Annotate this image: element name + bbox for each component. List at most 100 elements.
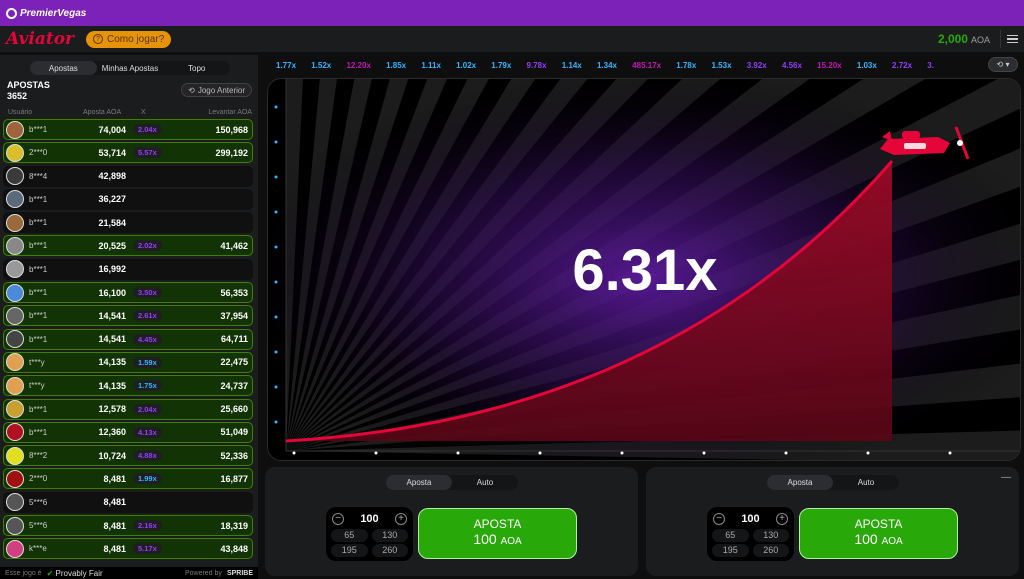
- quick-amount[interactable]: 130: [371, 529, 408, 542]
- payout-badge[interactable]: 1.78x: [672, 60, 700, 71]
- avatar: [6, 376, 24, 395]
- bets-list: b***1 74,004 2.04x 150,968 2***0 53,714 5.57x 2…: [0, 119, 258, 560]
- bet-mode-tabs: Aposta Auto: [386, 475, 518, 490]
- minus-icon[interactable]: −: [713, 513, 725, 525]
- tab-all-bets[interactable]: Apostas: [30, 61, 97, 75]
- tab-bet[interactable]: Aposta: [767, 475, 833, 490]
- tab-bet[interactable]: Aposta: [386, 475, 452, 490]
- quick-amount[interactable]: 130: [752, 529, 789, 542]
- quick-amount[interactable]: 65: [331, 529, 368, 542]
- payout-badge[interactable]: 3.: [923, 60, 938, 71]
- avatar: [6, 353, 24, 372]
- bet-amount-input[interactable]: 100: [360, 513, 378, 525]
- site-logo-text: PremierVegas: [20, 7, 87, 19]
- payout-badge[interactable]: 1.53x: [708, 60, 736, 71]
- payout-badge[interactable]: 3.92x: [743, 60, 771, 71]
- bet-cashout: 64,711: [220, 334, 248, 345]
- bets-tabs: Apostas Minhas Apostas Topo: [30, 61, 230, 75]
- bet-cashout: 41,462: [220, 240, 248, 251]
- bet-amount: 14,135: [98, 357, 126, 368]
- bet-row: b***1 16,992: [3, 258, 253, 280]
- bet-amount-input[interactable]: 100: [741, 513, 759, 525]
- bet-multiplier: 2.16x: [126, 520, 186, 532]
- avatar: [6, 120, 24, 139]
- bet-row: b***1 14,541 2.61x 37,954: [3, 305, 253, 327]
- how-to-play-button[interactable]: ? Como jogar?: [86, 30, 172, 48]
- plus-icon[interactable]: +: [775, 513, 788, 525]
- site-logo[interactable]: PremierVegas: [6, 7, 87, 19]
- payout-badge[interactable]: 1.03x: [853, 60, 881, 71]
- payout-badge[interactable]: 1.52x: [307, 60, 335, 71]
- tab-my-bets[interactable]: Minhas Apostas: [97, 61, 164, 75]
- avatar: [6, 236, 24, 255]
- payout-badge[interactable]: 2.72x: [888, 60, 916, 71]
- avatar: [6, 516, 24, 535]
- bet-user: b***1: [29, 264, 48, 274]
- col-user: Usuário: [8, 109, 33, 116]
- payout-badge[interactable]: 1.79x: [487, 60, 515, 71]
- payout-badge[interactable]: 1.77x: [272, 60, 300, 71]
- bet-button-amount: 100: [473, 531, 497, 547]
- shield-icon: ✔: [46, 568, 54, 578]
- quick-amount[interactable]: 195: [331, 544, 368, 557]
- bet-row: b***1 21,584: [3, 212, 253, 234]
- bet-multiplier: 1.75x: [126, 380, 186, 392]
- payout-badge[interactable]: 9.78x: [523, 60, 551, 71]
- bet-user: 8***4: [29, 171, 48, 181]
- bets-sidebar: Apostas Minhas Apostas Topo APOSTAS 3652…: [0, 55, 258, 579]
- menu-icon[interactable]: [1000, 30, 1018, 48]
- quick-amount[interactable]: 195: [712, 544, 749, 557]
- place-bet-button[interactable]: APOSTA 100 AOA: [799, 508, 958, 559]
- minus-icon[interactable]: −: [332, 513, 344, 525]
- bet-amount: 42,898: [98, 171, 126, 182]
- place-bet-button[interactable]: APOSTA 100 AOA: [418, 508, 577, 559]
- provably-fair-label: Provably Fair: [55, 568, 103, 578]
- bet-cashout: 22,475: [220, 357, 248, 368]
- bet-cashout: 37,954: [220, 310, 248, 321]
- avatar: [6, 423, 24, 442]
- bet-row: b***1 12,360 4.13x 51,049: [3, 421, 253, 443]
- quick-amount[interactable]: 260: [371, 544, 408, 557]
- tab-top[interactable]: Topo: [163, 61, 230, 75]
- x-axis-dot: [620, 451, 624, 455]
- x-axis-dot: [866, 451, 870, 455]
- payout-badge[interactable]: 1.02x: [452, 60, 480, 71]
- quick-amount[interactable]: 65: [712, 529, 749, 542]
- tab-auto[interactable]: Auto: [452, 475, 518, 490]
- payout-badge[interactable]: 1.34x: [593, 60, 621, 71]
- payout-badge[interactable]: 485.17x: [628, 60, 665, 71]
- payout-badge[interactable]: 15.20x: [813, 60, 845, 71]
- bet-multiplier: 1.99x: [126, 473, 186, 485]
- x-axis-dot: [948, 451, 952, 455]
- payout-badge[interactable]: 4.56x: [778, 60, 806, 71]
- bet-user: b***1: [29, 125, 48, 134]
- bet-multiplier: 2.02x: [126, 240, 186, 252]
- sidebar-footer: Esse jogo é ✔ Provably Fair Powered by S…: [0, 567, 258, 579]
- payout-badge[interactable]: 1.14x: [558, 60, 586, 71]
- bet-amount: 8,481: [103, 520, 126, 531]
- avatar: [6, 330, 24, 349]
- payout-badge[interactable]: 12.20x: [342, 60, 374, 71]
- bet-amount: 14,135: [98, 380, 126, 391]
- bet-user: b***1: [29, 404, 48, 414]
- bet-amount-stepper: − 100 + 65 130 195 260: [707, 507, 794, 561]
- provably-fair-link[interactable]: ✔ Provably Fair: [47, 569, 103, 578]
- previous-round-button[interactable]: ⟲ Jogo Anterior: [181, 83, 252, 97]
- remove-panel-button[interactable]: —: [1001, 472, 1011, 483]
- quick-amount[interactable]: 260: [752, 544, 789, 557]
- bet-row: b***1 12,578 2.04x 25,660: [3, 398, 253, 420]
- bet-amount-stepper: − 100 + 65 130 195 260: [326, 507, 413, 561]
- payout-badge[interactable]: 1.11x: [417, 60, 445, 71]
- tab-auto[interactable]: Auto: [833, 475, 899, 490]
- payouts-history: 1.77x 1.52x 12.20x 1.85x 1.11x 1.02x 1.79x 9.78…: [272, 57, 1024, 73]
- col-mult: X: [141, 109, 146, 116]
- bet-row: 5***6 8,481: [3, 491, 253, 513]
- bet-amount: 14,541: [98, 334, 126, 345]
- bet-row: t***y 14,135 1.75x 24,737: [3, 375, 253, 397]
- history-dropdown-button[interactable]: ⟲ ▾: [988, 57, 1018, 72]
- avatar: [6, 469, 24, 488]
- bet-amount: 20,525: [98, 240, 126, 251]
- y-axis-dot: [274, 210, 278, 214]
- payout-badge[interactable]: 1.85x: [382, 60, 410, 71]
- plus-icon[interactable]: +: [394, 513, 407, 525]
